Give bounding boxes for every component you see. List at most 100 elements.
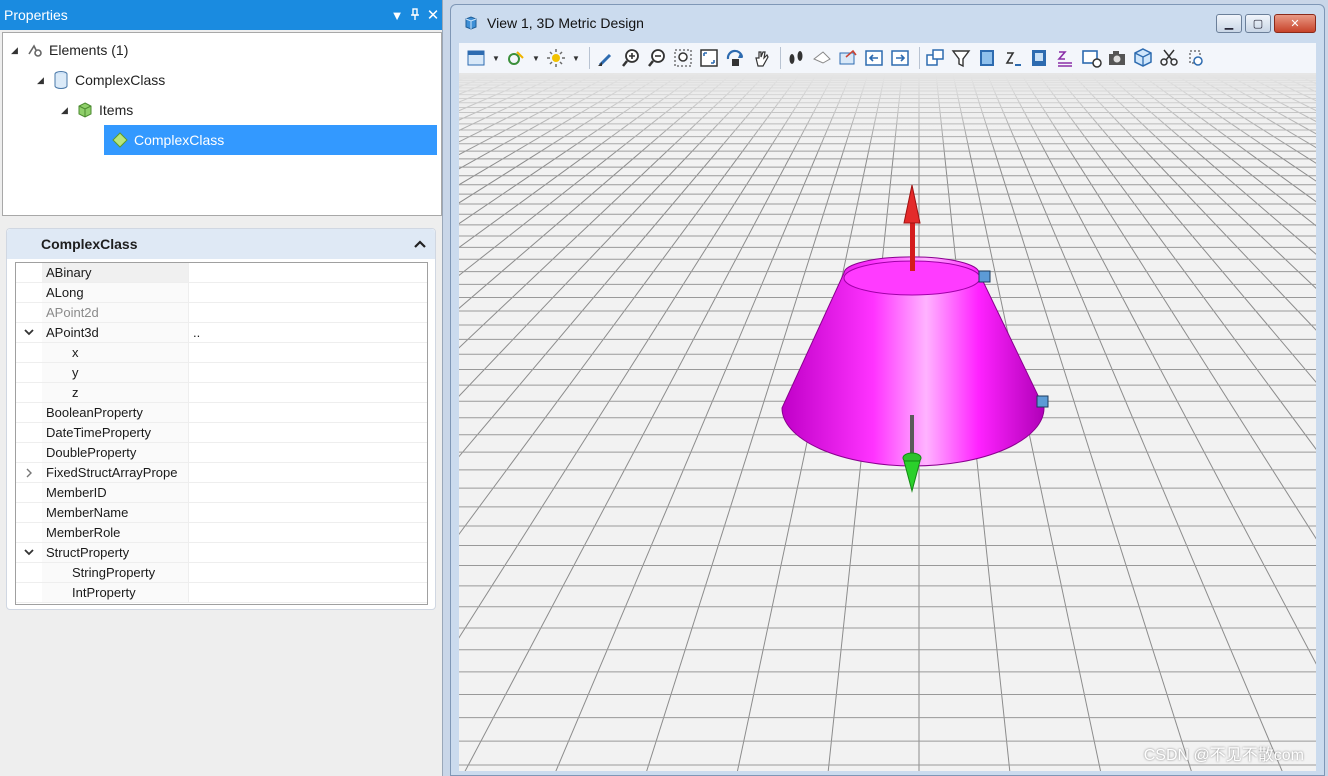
walk-icon[interactable] xyxy=(785,47,807,69)
display-style-icon[interactable] xyxy=(505,47,527,69)
3d-box-icon[interactable] xyxy=(1132,47,1154,69)
previous-view-icon[interactable] xyxy=(863,47,885,69)
view-title: View 1, 3D Metric Design xyxy=(487,15,644,31)
tree-node-label: Items xyxy=(99,102,134,118)
red-arrow-shaft xyxy=(910,219,915,271)
property-value[interactable] xyxy=(188,363,427,382)
close-window-button[interactable]: ✕ xyxy=(1274,13,1316,33)
property-value[interactable] xyxy=(188,383,427,402)
next-view-icon[interactable] xyxy=(889,47,911,69)
handle-top[interactable] xyxy=(978,270,991,283)
property-group-title: ComplexClass xyxy=(41,236,138,252)
dropdown-arrow-icon[interactable]: ▼ xyxy=(531,47,541,69)
property-value[interactable] xyxy=(188,543,427,562)
dropdown-arrow-icon[interactable]: ▼ xyxy=(491,47,501,69)
property-row[interactable]: BooleanProperty xyxy=(16,403,427,423)
property-row[interactable]: x xyxy=(16,343,427,363)
property-row[interactable]: y xyxy=(16,363,427,383)
view-attributes-icon[interactable] xyxy=(465,47,487,69)
property-value[interactable] xyxy=(188,283,427,302)
property-name: StructProperty xyxy=(42,543,188,562)
pin-icon[interactable] xyxy=(406,7,424,23)
camera-icon[interactable] xyxy=(837,47,859,69)
handle-bottom[interactable] xyxy=(1036,395,1049,408)
maximize-button[interactable]: ▢ xyxy=(1245,13,1271,33)
collapse-chevron-icon[interactable] xyxy=(405,237,435,251)
properties-titlebar: Properties ▼ ✕ xyxy=(0,0,442,30)
property-row[interactable]: MemberID xyxy=(16,483,427,503)
fit-view-icon[interactable] xyxy=(698,47,720,69)
rotate-view-icon[interactable] xyxy=(724,47,746,69)
3d-scene[interactable] xyxy=(459,73,1316,771)
property-row[interactable]: ALong xyxy=(16,283,427,303)
properties-panel: Properties ▼ ✕ ◢ Elements (1) ◢ ComplexC… xyxy=(0,0,443,776)
property-row[interactable]: StructProperty xyxy=(16,543,427,563)
tree-node-elements[interactable]: ◢ Elements (1) xyxy=(11,35,128,65)
tree-node-items[interactable]: ◢ Items xyxy=(61,95,133,125)
property-row[interactable]: APoint2d xyxy=(16,303,427,323)
property-row[interactable]: z xyxy=(16,383,427,403)
clip-icon[interactable] xyxy=(1184,47,1206,69)
property-grid: ABinary ALong APoint2d APoint3d.. x y z Boolean… xyxy=(15,262,428,605)
property-name: MemberName xyxy=(42,503,188,522)
panel-menu-icon[interactable]: ▼ xyxy=(388,8,406,23)
expanded-triangle-icon[interactable]: ◢ xyxy=(11,45,25,56)
copy-view-icon[interactable] xyxy=(924,47,946,69)
property-value[interactable]: .. xyxy=(188,323,427,342)
snapshot-icon[interactable] xyxy=(1106,47,1128,69)
reference-icon[interactable] xyxy=(1054,47,1076,69)
zoom-in-icon[interactable] xyxy=(620,47,642,69)
toolbar-separator xyxy=(589,47,590,69)
property-row[interactable]: IntProperty xyxy=(16,583,427,603)
close-icon[interactable]: ✕ xyxy=(424,6,442,24)
lighting-icon[interactable] xyxy=(545,47,567,69)
property-row[interactable]: DoubleProperty xyxy=(16,443,427,463)
property-value[interactable] xyxy=(188,423,427,442)
cut-icon[interactable] xyxy=(1158,47,1180,69)
property-row[interactable]: FixedStructArrayPrope xyxy=(16,463,427,483)
zoom-area-icon[interactable] xyxy=(672,47,694,69)
view-window-icon xyxy=(463,15,479,31)
property-value[interactable] xyxy=(188,403,427,422)
3d-viewport[interactable]: CSDN @不见不散com xyxy=(459,73,1316,771)
property-value[interactable] xyxy=(188,583,427,602)
view-toggle-icon[interactable] xyxy=(1080,47,1102,69)
property-value[interactable] xyxy=(188,503,427,522)
level-display-icon[interactable] xyxy=(1028,47,1050,69)
property-group-header[interactable]: ComplexClass xyxy=(7,229,435,259)
minimize-button[interactable]: ▁ xyxy=(1216,13,1242,33)
property-value[interactable] xyxy=(188,563,427,582)
clip-mask-icon[interactable] xyxy=(976,47,998,69)
property-row[interactable]: DateTimeProperty xyxy=(16,423,427,443)
clip-volume-icon[interactable] xyxy=(950,47,972,69)
property-value[interactable] xyxy=(188,523,427,542)
collapsed-chevron-icon[interactable] xyxy=(16,463,42,482)
property-row[interactable]: ABinary xyxy=(16,263,427,283)
property-row[interactable]: MemberName xyxy=(16,503,427,523)
expanded-chevron-icon[interactable] xyxy=(16,323,42,342)
look-icon[interactable] xyxy=(811,47,833,69)
property-row[interactable]: APoint3d.. xyxy=(16,323,427,343)
property-value[interactable] xyxy=(188,343,427,362)
property-row[interactable]: StringProperty xyxy=(16,563,427,583)
expanded-triangle-icon[interactable]: ◢ xyxy=(37,75,51,86)
properties-title: Properties xyxy=(4,7,68,23)
tree-node-label: Elements (1) xyxy=(49,42,129,58)
view-titlebar: View 1, 3D Metric Design ▁ ▢ ✕ xyxy=(451,5,1324,41)
expanded-chevron-icon[interactable] xyxy=(16,543,42,562)
dropdown-arrow-icon[interactable]: ▼ xyxy=(571,47,581,69)
property-row[interactable]: MemberRole xyxy=(16,523,427,543)
property-value[interactable] xyxy=(188,443,427,462)
tree-node-selected-complexclass[interactable]: ComplexClass xyxy=(104,125,437,155)
tree-node-complexclass[interactable]: ◢ ComplexClass xyxy=(37,65,165,95)
view-layout-icon[interactable] xyxy=(1002,47,1024,69)
update-view-icon[interactable] xyxy=(594,47,616,69)
property-value[interactable] xyxy=(188,483,427,502)
expanded-triangle-icon[interactable]: ◢ xyxy=(61,105,75,116)
pan-view-icon[interactable] xyxy=(750,47,772,69)
zoom-out-icon[interactable] xyxy=(646,47,668,69)
property-value[interactable] xyxy=(188,263,427,282)
property-value[interactable] xyxy=(188,303,427,322)
property-name: APoint3d xyxy=(42,323,188,342)
property-value[interactable] xyxy=(188,463,427,482)
